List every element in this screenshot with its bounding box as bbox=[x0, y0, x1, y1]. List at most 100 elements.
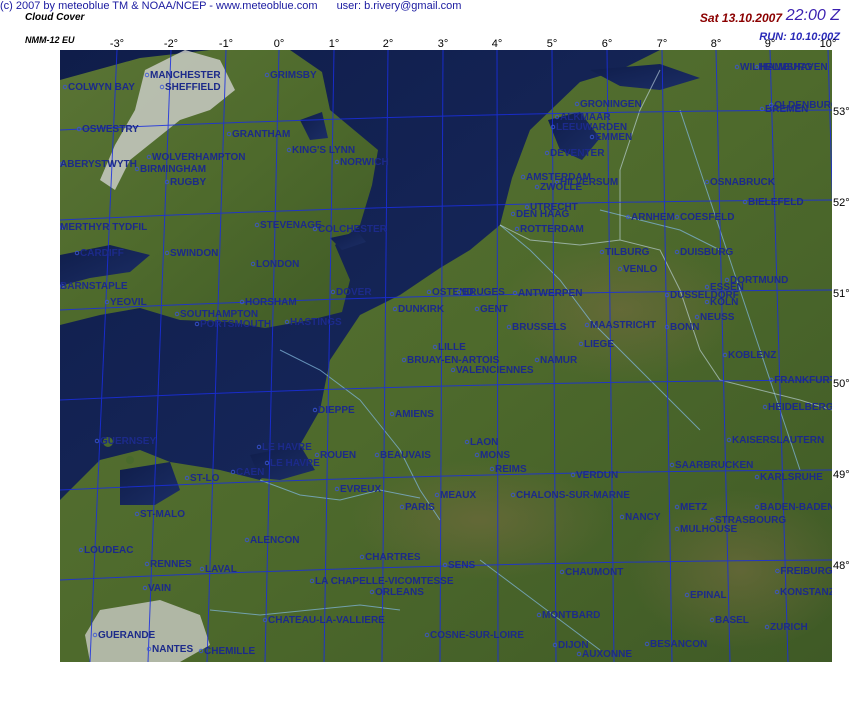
city-label: BRUSSELS bbox=[512, 322, 567, 333]
city-label: GRIMSBY bbox=[270, 70, 317, 81]
city-label: FREIBURG bbox=[780, 566, 832, 577]
city-label: BADEN-BADEN bbox=[760, 502, 832, 513]
city-label: CHARTRES bbox=[365, 552, 421, 563]
city-label: ZURICH bbox=[770, 622, 808, 633]
city-label: HASTINGS bbox=[290, 317, 342, 328]
city-label: ANTWERPEN bbox=[518, 288, 582, 299]
city-label: LONDON bbox=[256, 259, 299, 270]
city-label: HAMBURG bbox=[760, 62, 812, 73]
city-label: GUERANDE bbox=[98, 630, 156, 641]
city-label: KONSTANZ bbox=[780, 587, 832, 598]
city-label: LE HAVRE bbox=[270, 458, 320, 469]
longitude-label: 4° bbox=[491, 38, 503, 50]
city-label: ST-LO bbox=[190, 473, 220, 484]
city-label: EVREUX bbox=[340, 484, 381, 495]
city-label: KOBLENZ bbox=[728, 350, 776, 361]
city-label: SHEFFIELD bbox=[165, 82, 221, 93]
city-label: UTRECHT bbox=[530, 202, 578, 213]
city-label: AMIENS bbox=[395, 409, 434, 420]
city-label: LA CHAPELLE-VICOMTESSE bbox=[315, 576, 454, 587]
city-label: RENNES bbox=[150, 559, 192, 570]
longitude-label: 2° bbox=[382, 38, 394, 50]
city-label: OSNABRUCK bbox=[710, 177, 776, 188]
latitude-label: 52° bbox=[833, 197, 850, 209]
city-label: BESANCON bbox=[650, 639, 707, 650]
city-label: OSWESTRY bbox=[82, 124, 139, 135]
city-label: KING'S LYNN bbox=[292, 145, 355, 156]
city-label: MEAUX bbox=[440, 490, 476, 501]
city-label: YEOVIL bbox=[110, 297, 147, 308]
city-label: PORTSMOUTH bbox=[200, 319, 271, 330]
city-label: NANCY bbox=[625, 512, 661, 523]
longitude-label: 9° bbox=[764, 38, 776, 50]
longitude-label: 1° bbox=[328, 38, 340, 50]
city-label: COLCHESTER bbox=[318, 224, 388, 235]
city-label: DUISBURG bbox=[680, 247, 734, 258]
latitude-label: 49° bbox=[833, 469, 850, 481]
city-label: DORTMUND bbox=[730, 275, 788, 286]
city-label: NEUSS bbox=[700, 312, 735, 323]
user-email[interactable]: user: b.rivery@gmail.com bbox=[337, 0, 462, 12]
city-label: VAIN bbox=[148, 583, 171, 594]
city-label: MAASTRICHT bbox=[590, 320, 656, 331]
city-label: SENS bbox=[448, 560, 476, 571]
city-label: OLDENBURG bbox=[774, 100, 832, 111]
forecast-date: Sat 13.10.2007 bbox=[699, 11, 782, 25]
city-label: COLWYN BAY bbox=[68, 82, 135, 93]
latitude-label: 50° bbox=[833, 378, 850, 390]
city-label: EPINAL bbox=[690, 590, 727, 601]
city-label: ORLEANS bbox=[375, 587, 424, 598]
city-label: BARNSTAPLE bbox=[60, 281, 128, 292]
city-label: BIELEFELD bbox=[748, 197, 804, 208]
city-label: KAISERSLAUTERN bbox=[732, 435, 824, 446]
map-canvas[interactable]: MANCHESTERSHEFFIELD GRIMSBY COLWYN BAY OSWE… bbox=[60, 50, 832, 662]
city-label: LAON bbox=[470, 437, 498, 448]
city-label: ST-MALO bbox=[140, 509, 185, 520]
city-label: AUXONNE bbox=[582, 649, 632, 660]
latitude-label: 53° bbox=[833, 106, 850, 118]
latitude-label: 51° bbox=[833, 288, 850, 300]
city-label: LAVAL bbox=[205, 564, 237, 575]
city-label: MANCHESTER bbox=[150, 70, 221, 81]
longitude-label: 7° bbox=[656, 38, 668, 50]
city-label: MONTBARD bbox=[542, 610, 600, 621]
city-label: NORWICH bbox=[340, 157, 389, 168]
city-label: BEAUVAIS bbox=[380, 450, 431, 461]
city-label: GRONINGEN bbox=[580, 99, 642, 110]
city-label: COSNE-SUR-LOIRE bbox=[430, 630, 524, 641]
copyright-text: (c) 2007 by meteoblue TM & NOAA/NCEP - w… bbox=[0, 0, 318, 12]
city-label: STEVENAGE bbox=[260, 220, 322, 231]
city-label: NAMUR bbox=[540, 355, 578, 366]
satellite-map[interactable]: MANCHESTER SHEFFIELD GRIMSBY COLWYN BAY OSWE… bbox=[60, 50, 832, 662]
city-label: DOVER bbox=[336, 287, 372, 298]
city-label: BASEL bbox=[715, 615, 749, 626]
city-label: BRUGES bbox=[462, 287, 505, 298]
city-label: TILBURG bbox=[605, 247, 650, 258]
city-label: METZ bbox=[680, 502, 707, 513]
city-label: ALENCON bbox=[250, 535, 299, 546]
city-label: ALKMAAR bbox=[560, 112, 611, 123]
city-label: CHEMILLE bbox=[204, 646, 255, 657]
city-label: GENT bbox=[480, 304, 508, 315]
city-label: EMMEN bbox=[595, 132, 632, 143]
city-label: STRASBOURG bbox=[715, 515, 786, 526]
city-label: ZWOLLE bbox=[540, 182, 583, 193]
city-label: COESFELD bbox=[680, 212, 734, 223]
city-label: SAARBRUCKEN bbox=[675, 460, 753, 471]
longitude-label: -3° bbox=[109, 38, 125, 50]
city-label: DUNKIRK bbox=[398, 304, 445, 315]
city-label: RUGBY bbox=[170, 177, 206, 188]
city-label: SWINDON bbox=[170, 248, 218, 259]
city-label: HEIDELBERG bbox=[768, 402, 832, 413]
city-label: ROTTERDAM bbox=[520, 224, 584, 235]
city-label: LILLE bbox=[438, 342, 466, 353]
longitude-label: 10° bbox=[819, 38, 837, 50]
city-label: VENLO bbox=[623, 264, 658, 275]
longitude-label: 8° bbox=[710, 38, 722, 50]
forecast-time: 22:00 Z bbox=[785, 7, 840, 24]
city-label: LIEGE bbox=[584, 339, 614, 350]
city-label: GRANTHAM bbox=[232, 129, 290, 140]
city-label: HORSHAM bbox=[245, 297, 297, 308]
jersey bbox=[126, 456, 134, 464]
city-label: VALENCIENNES bbox=[456, 365, 534, 376]
